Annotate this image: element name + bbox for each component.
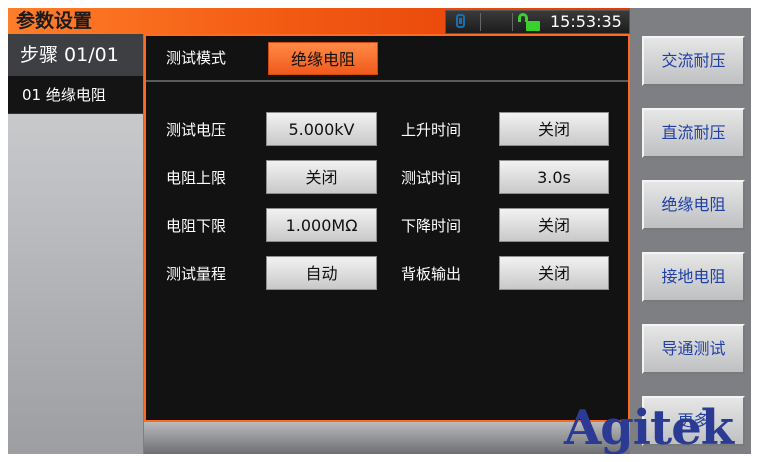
step-list-item[interactable]: 01 绝缘电阻 [8, 76, 143, 114]
instrument-screen: 参数设置 15:53:35 步骤 01/01 01 绝缘电阻 测试模式 绝缘电阻… [8, 8, 751, 454]
backplane-output-field[interactable]: 关闭 [499, 256, 609, 290]
unlocked-padlock-icon [518, 13, 542, 31]
resistance-upper-field[interactable]: 关闭 [266, 160, 377, 194]
usb-drive-icon [456, 14, 465, 28]
resistance-lower-label: 电阻下限 [166, 217, 227, 235]
mode-value-button[interactable]: 绝缘电阻 [268, 42, 378, 75]
test-range-label: 测试量程 [166, 265, 227, 283]
status-area: 15:53:35 [445, 10, 630, 34]
test-voltage-label: 测试电压 [166, 121, 227, 139]
resistance-upper-label: 电阻上限 [166, 169, 227, 187]
backplane-output-label: 背板输出 [401, 265, 462, 283]
bottom-status-strip [144, 422, 630, 454]
parameter-panel: 测试模式 绝缘电阻 测试电压 5.000kV 上升时间 关闭 电阻上限 关闭 测… [144, 34, 630, 422]
clock-time: 15:53:35 [550, 12, 622, 31]
status-separator [512, 13, 513, 31]
softkey-ac-withstand[interactable]: 交流耐压 [642, 36, 745, 86]
softkey-continuity-test[interactable]: 导通测试 [642, 324, 745, 374]
test-time-field[interactable]: 3.0s [499, 160, 609, 194]
test-voltage-field[interactable]: 5.000kV [266, 112, 377, 146]
fall-time-field[interactable]: 关闭 [499, 208, 609, 242]
agitek-watermark-logo: Agitek [564, 400, 734, 454]
softkey-dc-withstand[interactable]: 直流耐压 [642, 108, 745, 158]
rise-time-field[interactable]: 关闭 [499, 112, 609, 146]
mode-label: 测试模式 [166, 49, 227, 67]
step-list: 01 绝缘电阻 [8, 76, 143, 454]
softkey-insulation-resistance[interactable]: 绝缘电阻 [642, 180, 745, 230]
title-bar: 参数设置 15:53:35 [8, 8, 630, 34]
mode-row: 测试模式 绝缘电阻 [146, 36, 628, 82]
fall-time-label: 下降时间 [401, 217, 462, 235]
softkey-ground-resistance[interactable]: 接地电阻 [642, 252, 745, 302]
status-separator [480, 13, 481, 31]
page-title: 参数设置 [16, 10, 93, 32]
rise-time-label: 上升时间 [401, 121, 462, 139]
step-header: 步骤 01/01 [8, 34, 143, 76]
test-time-label: 测试时间 [401, 169, 462, 187]
resistance-lower-field[interactable]: 1.000MΩ [266, 208, 377, 242]
test-range-field[interactable]: 自动 [266, 256, 377, 290]
